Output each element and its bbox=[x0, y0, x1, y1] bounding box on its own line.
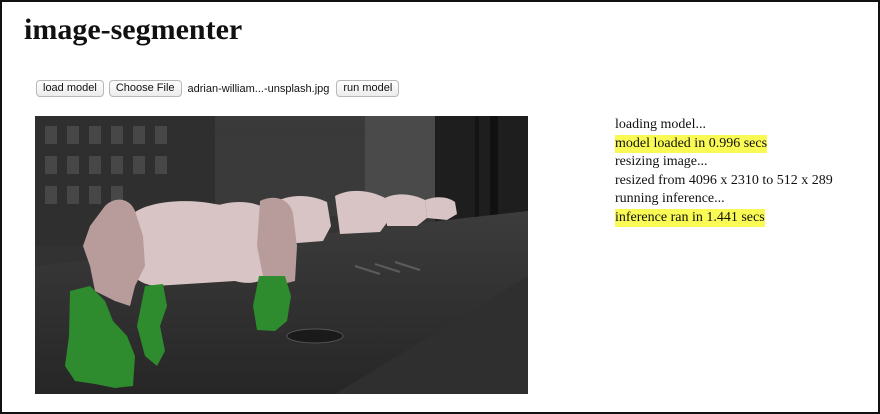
selected-file-name: adrian-william...-unsplash.jpg bbox=[187, 82, 330, 95]
log-highlight: inference ran in 1.441 secs bbox=[615, 208, 765, 227]
log-line: resizing image... bbox=[615, 154, 708, 169]
manhole bbox=[286, 328, 344, 344]
log-highlight: model loaded in 0.996 secs bbox=[615, 134, 768, 153]
run-model-button[interactable]: run model bbox=[336, 80, 400, 97]
choose-file-button[interactable]: Choose File bbox=[108, 80, 182, 97]
segmented-image bbox=[35, 116, 528, 394]
log-line: model loaded in 0.996 secs bbox=[615, 134, 833, 153]
log-line: running inference... bbox=[615, 191, 725, 206]
load-model-button[interactable]: load model bbox=[36, 80, 104, 97]
log-line: inference ran in 1.441 secs bbox=[615, 208, 833, 227]
status-log: loading model... model loaded in 0.996 s… bbox=[615, 116, 833, 227]
segmented-street-photo bbox=[35, 116, 528, 394]
page-title: image-segmenter bbox=[24, 13, 243, 46]
controls-bar: load model Choose File adrian-william...… bbox=[36, 80, 400, 97]
log-line: resized from 4096 x 2310 to 512 x 289 bbox=[615, 172, 833, 188]
log-line: loading model... bbox=[615, 117, 706, 132]
app-frame: image-segmenter load model Choose File a… bbox=[0, 0, 880, 414]
